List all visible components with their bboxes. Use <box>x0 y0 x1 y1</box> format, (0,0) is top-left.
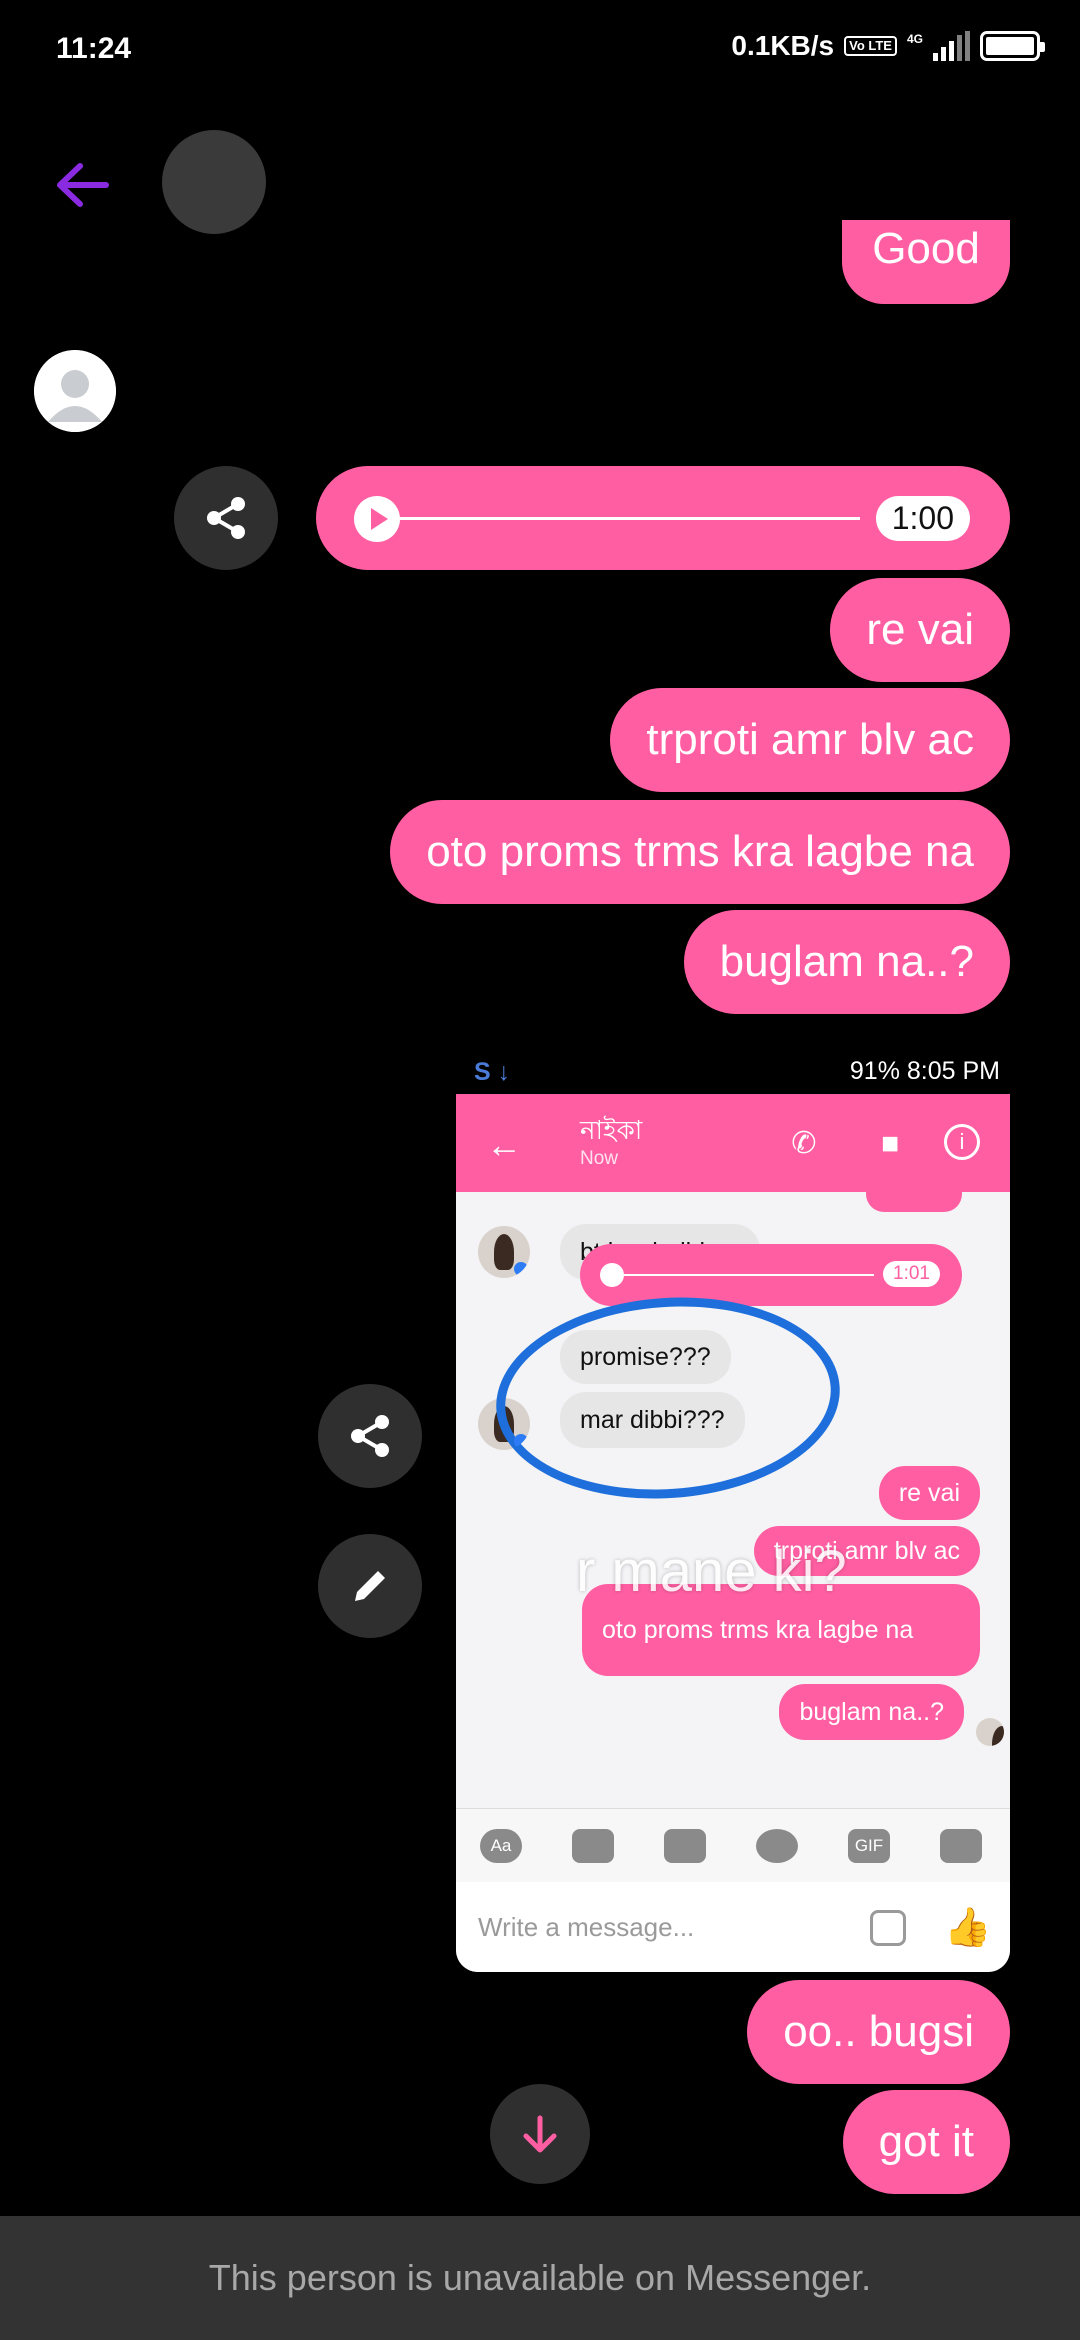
screenshot-partial-bubble <box>866 1192 962 1212</box>
info-icon: i <box>944 1124 980 1160</box>
status-time: 11:24 <box>56 32 132 65</box>
camera-icon <box>572 1829 614 1863</box>
screenshot-contact-status: Now <box>580 1148 619 1169</box>
battery-icon <box>980 31 1045 61</box>
pencil-icon <box>355 1571 385 1601</box>
app-icon: S ↓ <box>474 1058 511 1086</box>
screenshot-audio-duration: 1:01 <box>883 1261 940 1287</box>
status-icons: 0.1KB/s Vo LTE 4G <box>731 30 1045 62</box>
screenshot-input-placeholder: Write a message... <box>478 1912 695 1942</box>
message-bubble[interactable]: trproti amr blv ac <box>610 688 1010 792</box>
unavailable-notice: This person is unavailable on Messenger. <box>0 2216 1080 2340</box>
volte-icon: Vo LTE <box>844 36 897 56</box>
edit-image-button[interactable] <box>318 1534 422 1638</box>
audio-progress-track[interactable] <box>400 517 860 520</box>
network-type: 4G <box>906 32 923 46</box>
play-icon[interactable] <box>354 496 400 542</box>
screenshot-seen-avatar <box>976 1718 1004 1746</box>
status-bar: 11:24 0.1KB/s Vo LTE 4G <box>0 0 1080 100</box>
message-bubble[interactable]: oto proms trms kra lagbe na <box>390 800 1010 904</box>
audio-duration: 1:00 <box>875 496 970 541</box>
arrow-down-icon <box>523 2115 557 2153</box>
message-bubble[interactable]: got it <box>842 2090 1010 2194</box>
screenshot-status-bar: S ↓ 91% 8:05 PM <box>456 1048 1010 1094</box>
screenshot-audio-message: 1:01 <box>580 1244 962 1306</box>
more-icon <box>940 1829 982 1863</box>
network-speed: 0.1KB/s <box>731 30 835 61</box>
phone-icon: ✆ <box>791 1127 817 1160</box>
video-icon: ■ <box>880 1127 900 1160</box>
share-icon <box>207 497 245 539</box>
contact-avatar[interactable] <box>162 130 266 234</box>
thumbs-up-icon: 👍 <box>944 1907 992 1949</box>
person-icon <box>34 350 116 432</box>
shared-screenshot-image[interactable]: ← নাইকা Now ✆ ■ i bt kawk dbi na 1:01 pr… <box>456 1048 1010 1972</box>
message-bubble[interactable]: re vai <box>830 578 1010 682</box>
screenshot-outgoing-bubble: buglam na..? <box>779 1684 964 1740</box>
peer-avatar[interactable] <box>34 350 116 432</box>
text-format-icon: Aa <box>480 1829 522 1863</box>
scroll-to-bottom-button[interactable] <box>490 2084 590 2184</box>
share-image-button[interactable] <box>318 1384 422 1488</box>
audio-message[interactable]: 1:00 <box>316 466 1010 570</box>
screenshot-status-right: 91% 8:05 PM <box>849 1057 1000 1085</box>
message-bubble[interactable]: buglam na..? <box>683 910 1010 1014</box>
gallery-icon <box>664 1829 706 1863</box>
screenshot-outgoing-bubble: re vai <box>878 1466 980 1520</box>
gif-icon: GIF <box>848 1829 890 1863</box>
arrow-left-icon: ← <box>486 1124 522 1165</box>
back-arrow-icon[interactable] <box>48 150 118 220</box>
emoji-icon <box>756 1829 798 1863</box>
play-icon <box>600 1263 624 1287</box>
screenshot-caption-overlay: r mane ki? <box>576 1539 847 1604</box>
message-bubble[interactable]: oo.. bugsi <box>747 1980 1010 2084</box>
message-bubble-partial[interactable]: Good <box>842 220 1010 304</box>
screenshot-message-input: Write a message... 👍 <box>456 1882 1010 1972</box>
screenshot-header: ← নাইকা Now ✆ ■ i <box>456 1094 1010 1192</box>
screenshot-avatar <box>478 1226 530 1278</box>
share-button[interactable] <box>174 466 278 570</box>
signal-icon <box>933 31 970 61</box>
highlight-circle-drawing <box>489 1286 847 1510</box>
emoji-icon <box>870 1910 906 1946</box>
screenshot-composer-toolbar: Aa GIF <box>456 1808 1010 1882</box>
share-icon <box>351 1415 389 1457</box>
